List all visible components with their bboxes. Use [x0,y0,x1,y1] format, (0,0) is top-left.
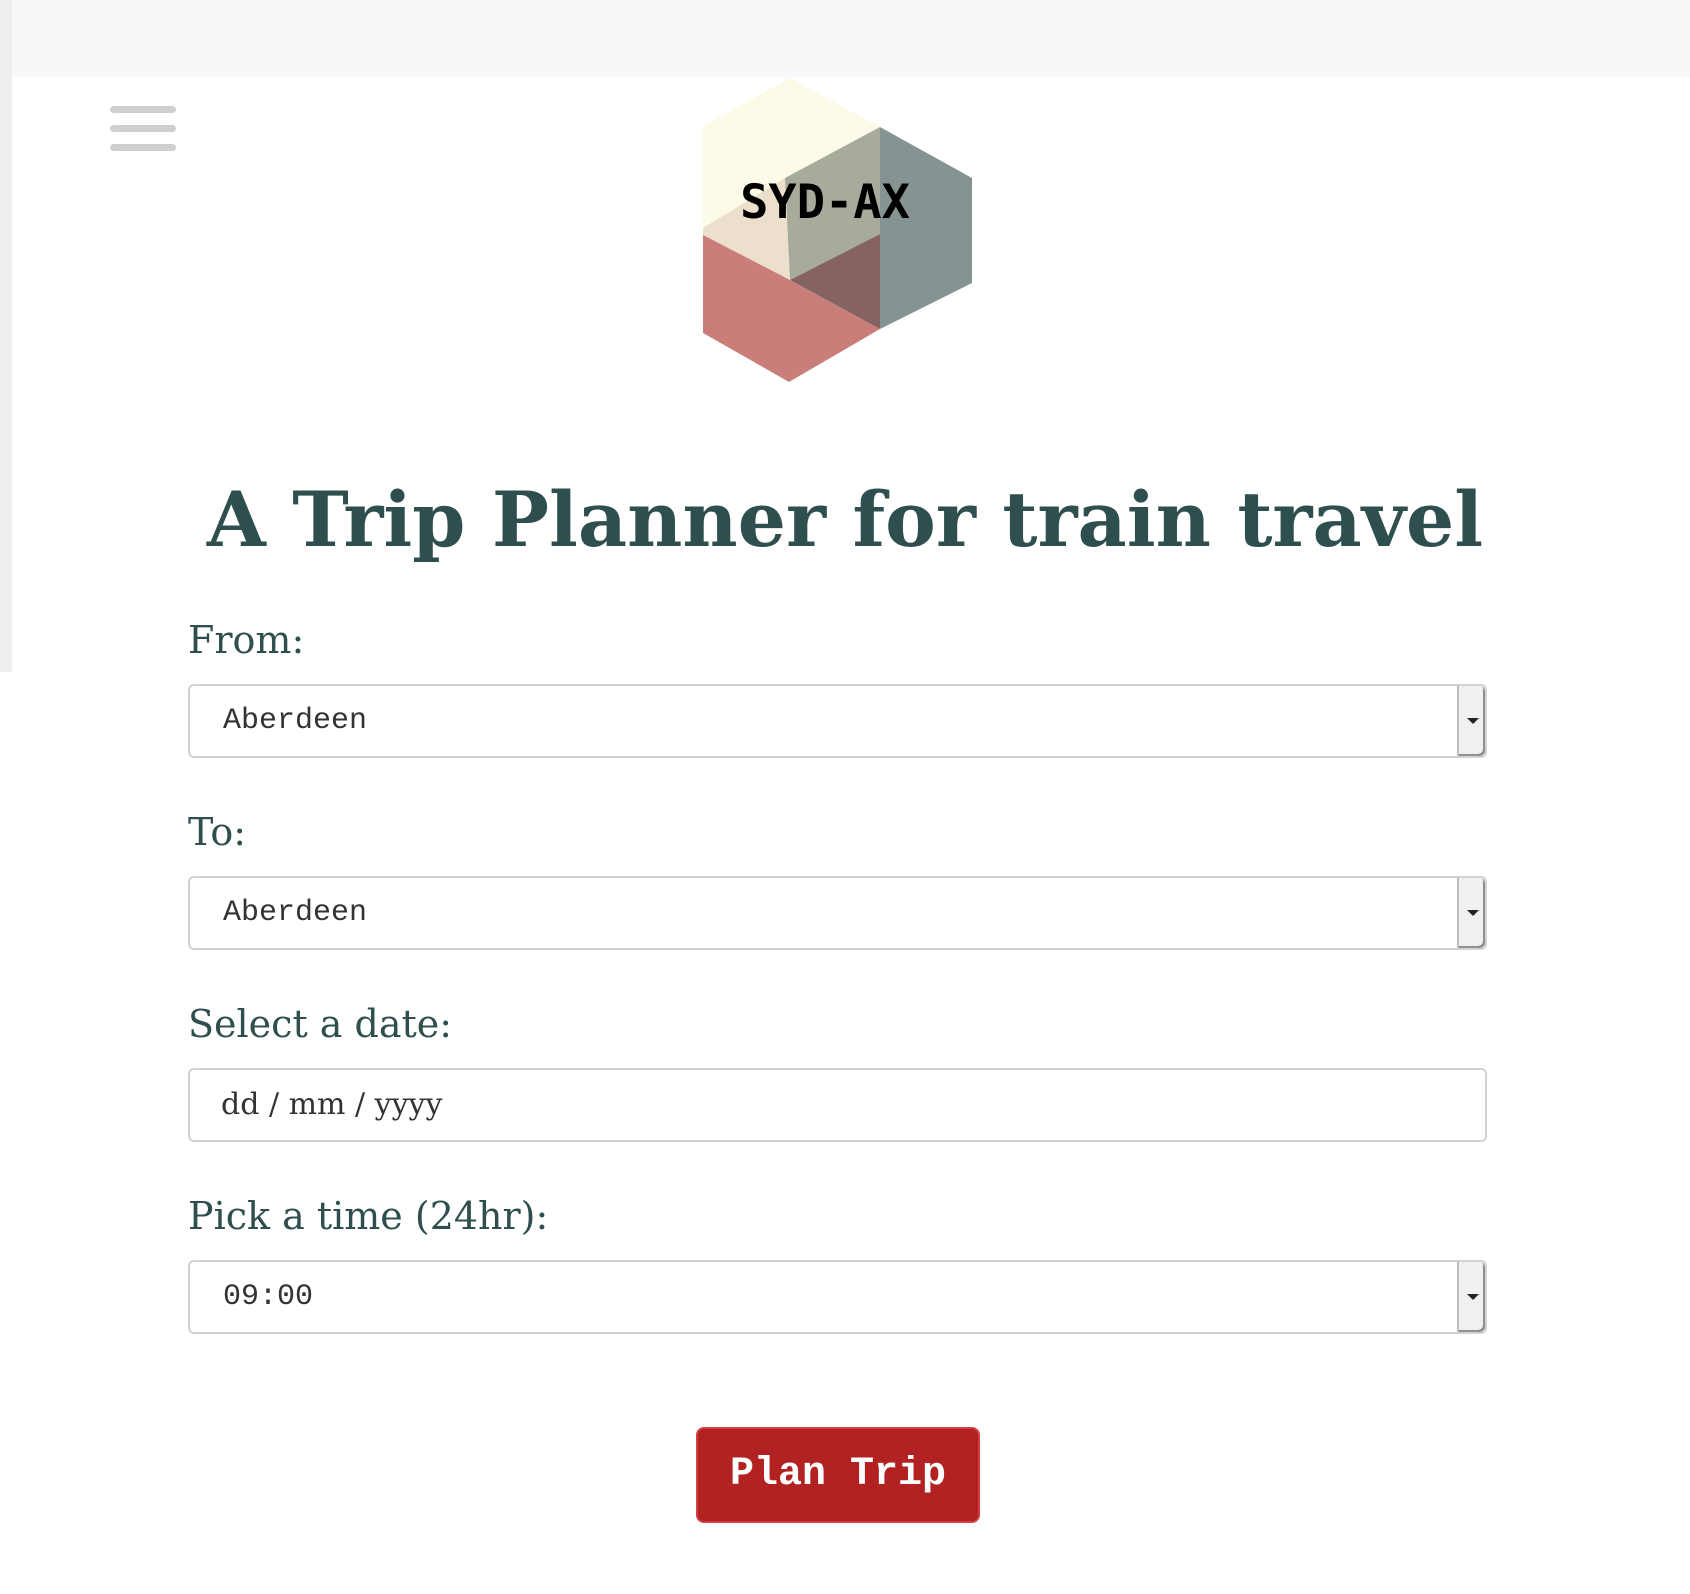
to-label: To: [188,810,247,854]
time-select[interactable]: 09:00 [188,1260,1487,1334]
plan-trip-button[interactable]: Plan Trip [696,1427,980,1523]
to-select-value: Aberdeen [223,896,368,930]
date-input[interactable]: dd / mm / yyyy [188,1068,1487,1142]
hamburger-line [110,125,176,132]
date-label: Select a date: [188,1002,453,1046]
syd-ax-logo: SYD-AX [695,78,975,388]
from-select[interactable]: Aberdeen [188,684,1487,758]
page: SYD-AX A Trip Planner for train travel F… [0,0,1690,1594]
chevron-down-icon[interactable] [1457,878,1485,948]
chevron-down-icon[interactable] [1457,686,1485,756]
top-bar [0,0,1690,77]
date-placeholder: dd / mm / yyyy [221,1087,443,1122]
time-label: Pick a time (24hr): [188,1194,549,1238]
time-select-value: 09:00 [223,1280,314,1314]
from-label: From: [188,618,305,662]
logo-text: SYD-AX [740,175,910,230]
hamburger-line [110,144,176,151]
left-edge-bar [0,0,12,672]
hamburger-menu-icon[interactable] [110,106,178,154]
to-select[interactable]: Aberdeen [188,876,1487,950]
hamburger-line [110,106,176,113]
chevron-down-icon[interactable] [1457,1262,1485,1332]
from-select-value: Aberdeen [223,704,368,738]
page-title: A Trip Planner for train travel [206,475,1484,564]
